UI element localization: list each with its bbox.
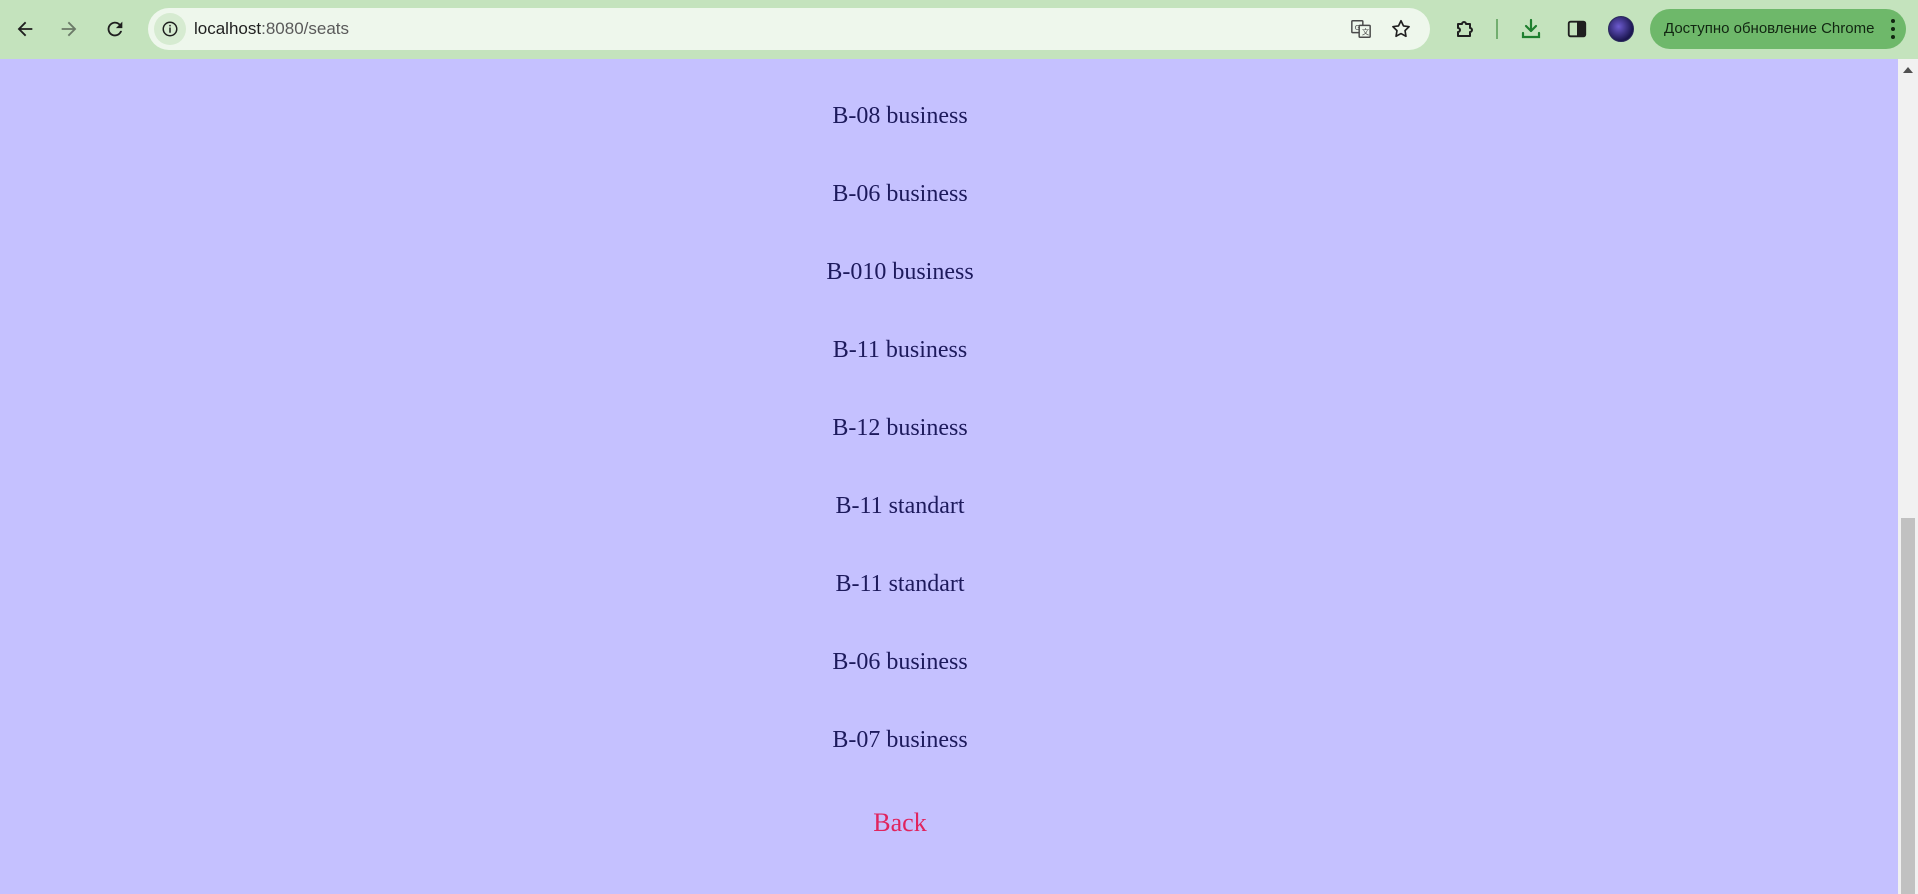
- translate-button[interactable]: G 文: [1348, 16, 1374, 42]
- seat-item: B-010 business: [826, 259, 974, 285]
- toolbar-divider: [1496, 19, 1498, 39]
- vertical-scrollbar[interactable]: [1898, 59, 1918, 894]
- scroll-up-arrow-icon[interactable]: [1903, 67, 1913, 73]
- reload-icon: [107, 21, 123, 37]
- url-text[interactable]: localhost:8080/seats: [194, 19, 349, 39]
- translate-icon: G 文: [1351, 20, 1371, 38]
- extensions-icon: [1457, 21, 1473, 37]
- seat-item: B-11 business: [832, 337, 968, 363]
- reload-button[interactable]: [98, 12, 132, 46]
- seat-list: B-08 business B-06 business B-010 busine…: [0, 103, 1800, 805]
- profile-avatar[interactable]: [1608, 16, 1634, 42]
- download-icon: [1521, 18, 1541, 39]
- back-arrow-icon: [17, 21, 33, 37]
- svg-text:文: 文: [1362, 28, 1370, 37]
- seat-item: B-08 business: [832, 103, 968, 129]
- bookmark-button[interactable]: [1388, 16, 1414, 42]
- url-host: localhost: [194, 19, 262, 38]
- downloads-button[interactable]: [1514, 12, 1548, 46]
- scrollbar-thumb[interactable]: [1901, 518, 1915, 894]
- forward-button[interactable]: [52, 12, 86, 46]
- seat-item: B-12 business: [832, 415, 968, 441]
- back-link[interactable]: Back: [0, 808, 1800, 838]
- bookmark-star-icon: [1392, 19, 1410, 38]
- chrome-update-button[interactable]: Доступно обновление Chrome: [1650, 9, 1906, 49]
- svg-text:G: G: [1355, 23, 1361, 32]
- forward-arrow-icon: [61, 21, 77, 37]
- seat-item: B-11 standart: [835, 571, 965, 597]
- address-bar[interactable]: localhost:8080/seats G 文: [148, 8, 1430, 50]
- seat-item: B-11 standart: [835, 493, 965, 519]
- seat-item: B-07 business: [832, 727, 968, 753]
- url-path: :8080/seats: [261, 19, 350, 38]
- browser-toolbar: localhost:8080/seats G 文 Доступно обновл…: [0, 0, 1918, 59]
- kebab-menu-icon: [1890, 19, 1896, 39]
- seat-item: B-06 business: [832, 181, 968, 207]
- site-info-button[interactable]: [154, 13, 186, 45]
- site-info-icon: [162, 21, 178, 37]
- back-button[interactable]: [8, 12, 42, 46]
- page-content: B-08 business B-06 business B-010 busine…: [0, 59, 1898, 894]
- seat-item: B-06 business: [832, 649, 968, 675]
- side-panel-icon: [1567, 20, 1587, 38]
- side-panel-button[interactable]: [1560, 12, 1594, 46]
- extensions-button[interactable]: [1448, 12, 1482, 46]
- update-label: Доступно обновление Chrome: [1664, 20, 1875, 37]
